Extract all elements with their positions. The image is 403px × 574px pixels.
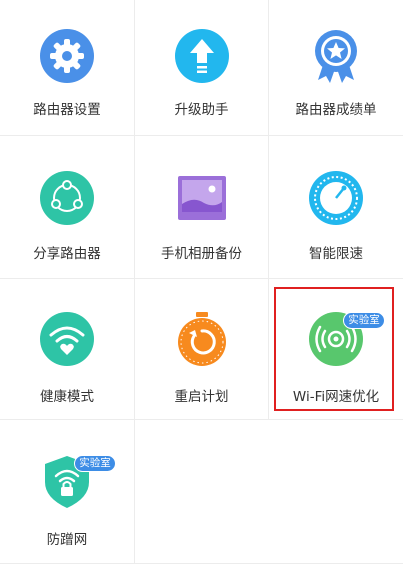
tool-label: 分享路由器 bbox=[33, 246, 101, 262]
share-icon bbox=[40, 171, 94, 225]
tool-label: 重启计划 bbox=[174, 389, 229, 405]
tool-label: 升级助手 bbox=[174, 102, 229, 118]
upgrade-arrow-icon bbox=[174, 29, 229, 83]
tool-upgrade-assistant[interactable]: 升级助手 bbox=[135, 0, 269, 136]
tool-label: 路由器设置 bbox=[33, 102, 101, 118]
tool-label: 智能限速 bbox=[309, 246, 363, 262]
tool-photo-backup[interactable]: 手机相册备份 bbox=[135, 136, 269, 279]
medal-star-icon bbox=[315, 30, 357, 83]
tool-health-mode[interactable]: 健康模式 bbox=[0, 279, 135, 420]
tool-label: 手机相册备份 bbox=[161, 246, 242, 262]
divider bbox=[0, 563, 403, 564]
tools-grid: 路由器设置 升级助手 路由器成绩单 分享路由器 手机相册备份 智能限速 健康模式… bbox=[0, 0, 403, 574]
tool-share-router[interactable]: 分享路由器 bbox=[0, 136, 135, 279]
speed-limit-icon bbox=[309, 171, 363, 225]
tool-smart-speed-limit[interactable]: 智能限速 bbox=[269, 136, 403, 279]
wifi-heart-icon bbox=[40, 312, 94, 366]
tool-label: 健康模式 bbox=[40, 389, 94, 405]
highlight-frame bbox=[274, 287, 394, 411]
gear-icon bbox=[40, 29, 94, 83]
restart-timer-icon bbox=[177, 312, 226, 366]
photo-album-icon bbox=[177, 176, 226, 220]
tool-label: 路由器成绩单 bbox=[295, 102, 377, 118]
tool-restart-schedule[interactable]: 重启计划 bbox=[135, 279, 269, 420]
tool-label: 防蹭网 bbox=[46, 532, 88, 548]
tool-router-settings[interactable]: 路由器设置 bbox=[0, 0, 135, 136]
tool-anti-freeloader[interactable]: 防蹭网 bbox=[0, 420, 135, 564]
tool-router-report[interactable]: 路由器成绩单 bbox=[269, 0, 403, 136]
lab-badge: 实验室 bbox=[74, 455, 116, 472]
